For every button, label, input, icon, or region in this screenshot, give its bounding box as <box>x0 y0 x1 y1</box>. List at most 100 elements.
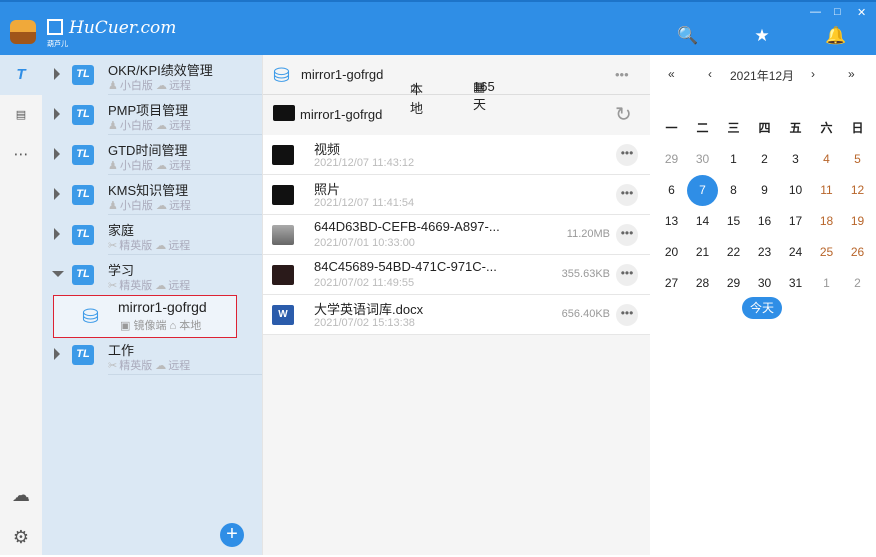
binary-monitor-icon[interactable]: ▤ <box>0 95 42 135</box>
calendar-day[interactable]: 30 <box>749 268 780 299</box>
day-label: 11 <box>820 183 833 197</box>
add-button[interactable]: + <box>220 523 244 547</box>
calendar-day[interactable]: 21 <box>687 237 718 268</box>
today-button[interactable]: 今天 <box>742 297 782 319</box>
calendar-day[interactable]: 1 <box>718 144 749 175</box>
weekday-header: 六 <box>820 121 833 135</box>
weekday-header: 四 <box>758 121 771 135</box>
refresh-icon[interactable]: ↻ <box>615 102 632 127</box>
calendar-day[interactable]: 4 <box>811 144 842 175</box>
calendar-day[interactable]: 31 <box>780 268 811 299</box>
close-button[interactable]: ✕ <box>857 6 866 19</box>
more-options-button[interactable]: ••• <box>615 67 629 82</box>
expand-arrow-icon[interactable] <box>54 188 60 200</box>
more-button[interactable]: ••• <box>616 184 638 206</box>
calendar-day[interactable]: 2 <box>749 144 780 175</box>
day-label: 12 <box>850 183 865 197</box>
tree-item[interactable]: TL 工作 ✂ 精英版 ☁ 远程 <box>42 335 263 375</box>
more-button[interactable]: ••• <box>616 224 638 246</box>
day-label: 27 <box>664 276 679 290</box>
calendar-day[interactable]: 30 <box>687 144 718 175</box>
calendar-day[interactable]: 16 <box>749 206 780 237</box>
tree-item[interactable]: TL PMP项目管理 ♟ 小白版 ☁ 远程 <box>42 95 263 135</box>
tree-item[interactable]: TL GTD时间管理 ♟ 小白版 ☁ 远程 <box>42 135 263 175</box>
calendar-day[interactable]: 10 <box>780 175 811 206</box>
file-row[interactable]: W 大学英语词库.docx 2021/07/02 15:13:38 656.40KB •… <box>263 295 651 335</box>
path-bar: mirror1-gofrgd ↻ <box>263 95 651 135</box>
day-label: 18 <box>819 214 834 228</box>
expand-arrow-icon[interactable] <box>54 68 60 80</box>
calendar-day[interactable]: 9 <box>749 175 780 206</box>
more-button[interactable]: ••• <box>616 144 638 166</box>
file-list: 视频 2021/12/07 11:43:12 ••• 照片 2021/12/07 11… <box>263 135 651 335</box>
badge-star-icon[interactable]: ★ <box>751 26 773 48</box>
prev-year-button[interactable]: « <box>668 67 675 81</box>
calendar-day[interactable]: 8 <box>718 175 749 206</box>
calendar-day[interactable]: 17 <box>780 206 811 237</box>
brand-subtitle: 葫芦儿 <box>47 40 68 48</box>
day-label: 1 <box>823 276 830 290</box>
calendar-day[interactable]: 12 <box>842 175 873 206</box>
calendar-day[interactable]: 27 <box>656 268 687 299</box>
weekday-header: 日 <box>851 121 864 135</box>
minimize-button[interactable]: — <box>810 6 821 18</box>
next-month-button[interactable]: › <box>811 67 815 81</box>
calendar-day[interactable]: 25 <box>811 237 842 268</box>
more-button[interactable]: ••• <box>616 264 638 286</box>
calendar-day[interactable]: 1 <box>811 268 842 299</box>
day-label: 26 <box>850 245 865 259</box>
maximize-button[interactable]: □ <box>834 6 841 18</box>
calendar-day[interactable]: 22 <box>718 237 749 268</box>
search-icon[interactable]: 🔍 <box>677 26 699 48</box>
panel-header: ⛁ mirror1-gofrgd ⌂ 本地 ▦ 165天 ••• <box>263 55 651 116</box>
expand-arrow-icon[interactable] <box>54 348 60 360</box>
bell-icon[interactable]: 🔔 <box>825 26 847 48</box>
prev-month-button[interactable]: ‹ <box>708 67 712 81</box>
calendar-day[interactable]: 3 <box>780 144 811 175</box>
calendar-day[interactable]: 11 <box>811 175 842 206</box>
next-year-button[interactable]: » <box>848 67 855 81</box>
tree-item[interactable]: TL 家庭 ✂ 精英版 ☁ 远程 <box>42 215 263 255</box>
calendar-day[interactable]: 19 <box>842 206 873 237</box>
title-bar: HuCuer.com 葫芦儿 — □ ✕ 🔍 ★ 🔔 <box>0 0 876 55</box>
file-row[interactable]: 视频 2021/12/07 11:43:12 ••• <box>263 135 651 175</box>
calendar-day[interactable]: 2 <box>842 268 873 299</box>
day-label: 19 <box>850 214 865 228</box>
calendar-day[interactable]: 7 <box>687 175 718 206</box>
word-doc-icon: W <box>272 305 294 325</box>
calendar-day[interactable]: 13 <box>656 206 687 237</box>
vault-icon[interactable]: T <box>0 55 42 95</box>
expand-arrow-icon[interactable] <box>54 108 60 120</box>
day-label: 28 <box>695 276 710 290</box>
cloud-upload-icon[interactable]: ☁ <box>0 475 42 515</box>
calendar-day[interactable]: 15 <box>718 206 749 237</box>
weekday-header: 三 <box>727 121 740 135</box>
file-row[interactable]: 644D63BD-CEFB-4669-A897-... 2021/07/01 10… <box>263 215 651 255</box>
expand-arrow-icon[interactable] <box>54 148 60 160</box>
settings-icon[interactable]: ⚙ <box>0 517 42 557</box>
calendar-day[interactable]: 18 <box>811 206 842 237</box>
calendar-day[interactable]: 28 <box>687 268 718 299</box>
calendar-day[interactable]: 23 <box>749 237 780 268</box>
calendar-day[interactable]: 24 <box>780 237 811 268</box>
file-row[interactable]: 照片 2021/12/07 11:41:54 ••• <box>263 175 651 215</box>
tree-item[interactable]: TL OKR/KPI绩效管理 ♟ 小白版 ☁ 远程 <box>42 55 263 95</box>
path-label[interactable]: mirror1-gofrgd <box>300 107 382 122</box>
file-row[interactable]: 84C45689-54BD-471C-971C-... 2021/07/02 11… <box>263 255 651 295</box>
expand-arrow-icon[interactable] <box>54 228 60 240</box>
tree-item-mirror[interactable]: ⛁ mirror1-gofrgd ▣ 镜像端 ⌂ 本地 <box>53 295 237 338</box>
chat-icon[interactable]: ⋯ <box>0 135 42 175</box>
calendar-day[interactable]: 14 <box>687 206 718 237</box>
day-label: 24 <box>788 245 803 259</box>
calendar-day[interactable]: 20 <box>656 237 687 268</box>
calendar-day[interactable]: 29 <box>718 268 749 299</box>
tree-item[interactable]: TL 学习 ✂ 精英版 ☁ 远程 <box>42 255 263 295</box>
collapse-arrow-icon[interactable] <box>52 271 64 277</box>
calendar-day[interactable]: 5 <box>842 144 873 175</box>
calendar-day[interactable]: 26 <box>842 237 873 268</box>
calendar-day[interactable]: 29 <box>656 144 687 175</box>
tree-item[interactable]: TL KMS知识管理 ♟ 小白版 ☁ 远程 <box>42 175 263 215</box>
more-button[interactable]: ••• <box>616 304 638 326</box>
vault-icon: TL <box>72 185 94 205</box>
calendar-day[interactable]: 6 <box>656 175 687 206</box>
